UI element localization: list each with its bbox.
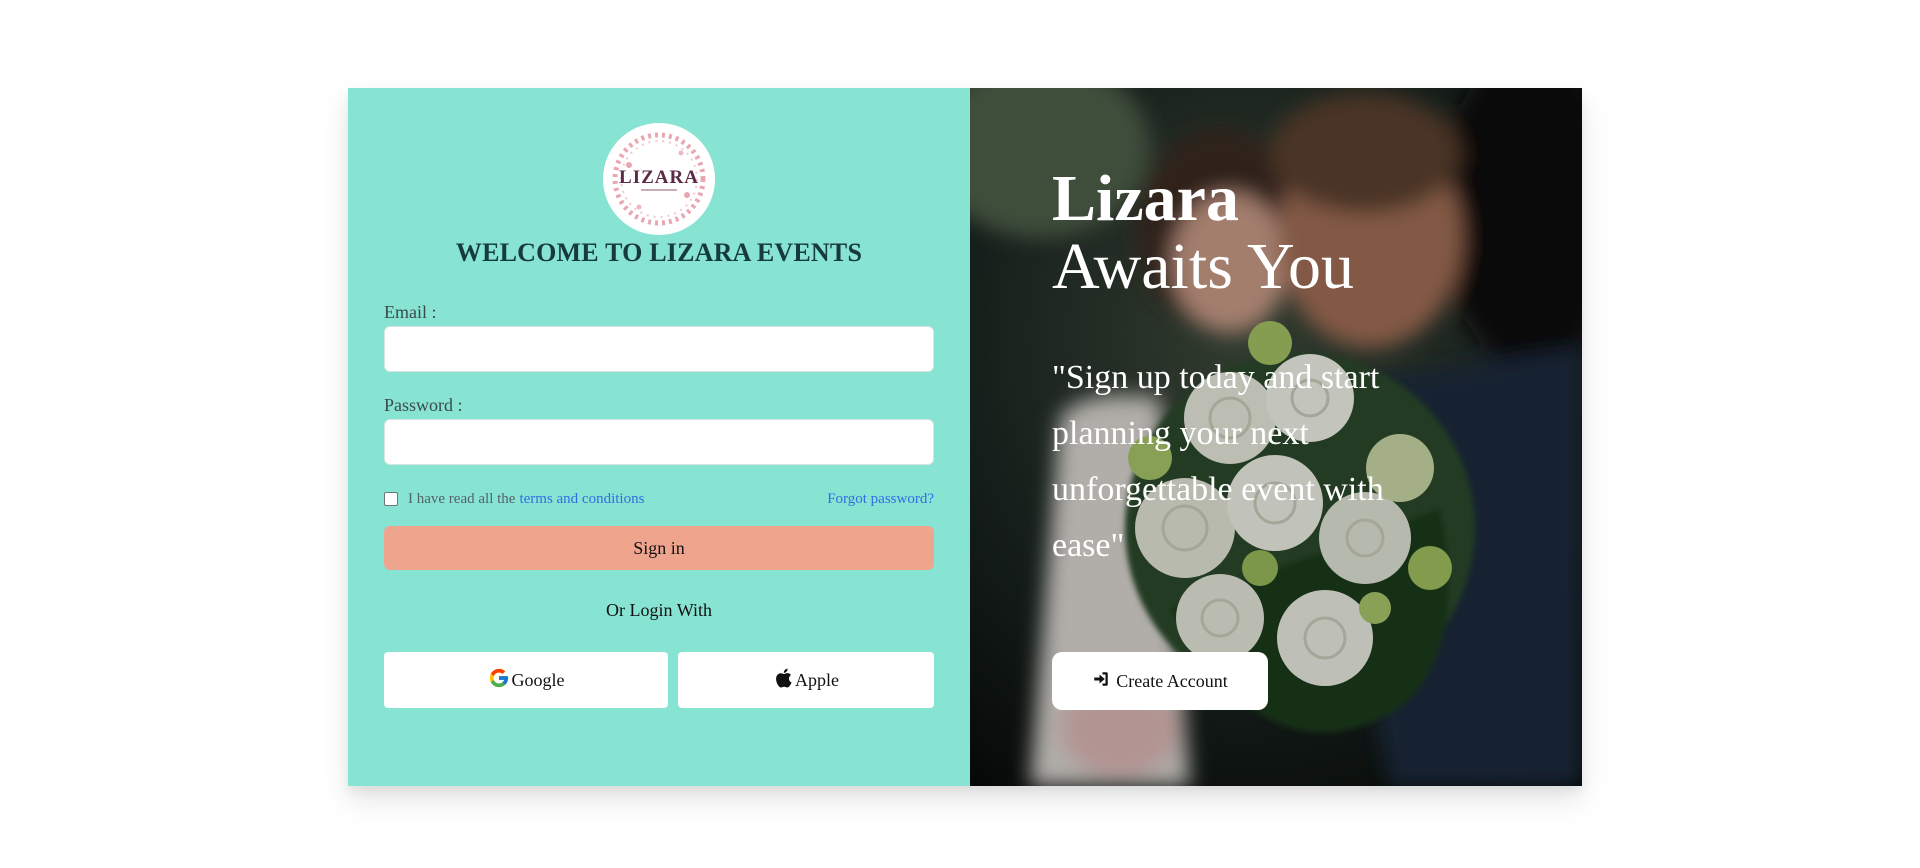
email-label: Email : bbox=[384, 302, 437, 322]
apple-login-button[interactable]: Apple bbox=[678, 652, 934, 708]
apple-label: Apple bbox=[795, 669, 839, 690]
hero-quote: "Sign up today and start planning your n… bbox=[1052, 359, 1384, 564]
hero-title-line1: Lizara bbox=[1052, 162, 1239, 235]
create-account-button[interactable]: Create Account bbox=[1052, 652, 1268, 710]
terms-text: I have read all the bbox=[408, 490, 516, 507]
hero-title-line2: Awaits You bbox=[1052, 230, 1355, 303]
lizara-logo: LIZARA bbox=[603, 123, 715, 235]
welcome-title: WELCOME TO LIZARA EVENTS bbox=[455, 238, 863, 267]
login-panel: LIZARA WELCOME TO LIZARA EVENTS Email : … bbox=[348, 88, 970, 786]
terms-link[interactable]: terms and conditions bbox=[519, 491, 644, 508]
hero-panel: Lizara Awaits You "Sign up today and sta… bbox=[970, 88, 1582, 786]
forgot-password-link[interactable]: Forgot password? bbox=[827, 491, 934, 508]
google-login-button[interactable]: Google bbox=[384, 652, 668, 708]
password-input[interactable] bbox=[384, 419, 934, 465]
create-account-label: Create Account bbox=[1116, 670, 1228, 691]
hero-title: Lizara Awaits You bbox=[1052, 166, 1354, 300]
terms-row: I have read all the terms and conditions… bbox=[384, 487, 934, 511]
sign-in-button[interactable]: Sign in bbox=[384, 526, 934, 570]
or-login-with: Or Login With bbox=[606, 600, 712, 620]
google-icon bbox=[488, 667, 512, 694]
terms-checkbox[interactable] bbox=[384, 492, 398, 506]
login-card: LIZARA WELCOME TO LIZARA EVENTS Email : … bbox=[348, 88, 1582, 786]
password-label: Password : bbox=[384, 395, 463, 415]
google-label: Google bbox=[511, 669, 565, 690]
email-input[interactable] bbox=[384, 326, 934, 372]
sign-in-icon bbox=[1092, 670, 1116, 693]
apple-icon bbox=[773, 667, 795, 694]
logo-text: LIZARA bbox=[619, 167, 699, 188]
